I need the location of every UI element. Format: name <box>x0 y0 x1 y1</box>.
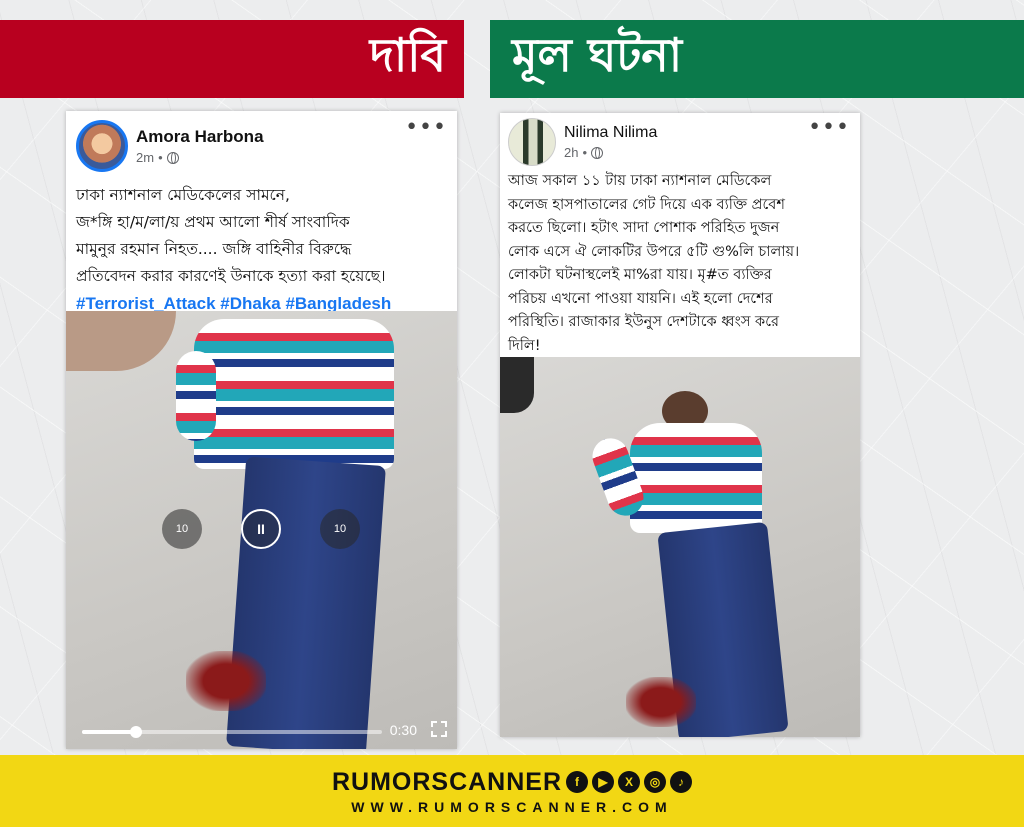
post-text-line: কলেজ হাসপাতালের গেট দিয়ে এক ব্যক্তি প্র… <box>508 196 785 213</box>
victim-shirt <box>194 319 394 469</box>
video-progress-fill <box>82 730 136 734</box>
forward-10-button[interactable]: 10 <box>320 509 360 549</box>
video-progress-bar[interactable] <box>82 726 382 738</box>
avatar[interactable] <box>508 118 556 166</box>
post-text: ঢাকা ন্যাশনাল মেডিকেলের সামনে, জ*ঙ্গি হা… <box>66 172 457 317</box>
fact-post-card: Nilima Nilima 2h • ••• আজ সকাল ১১ টায় ঢ… <box>500 113 860 737</box>
tiktok-icon[interactable]: ♪ <box>670 771 693 793</box>
brand-name: RUMORSCANNER <box>331 767 563 796</box>
post-text-line: প্রতিবেদন করার কারণেই উনাকে হত্যা করা হয… <box>76 267 386 285</box>
post-text-line: ঢাকা ন্যাশনাল মেডিকেলের সামনে, <box>76 186 290 204</box>
claim-post-card: Amora Harbona 2m • ••• ঢাকা ন্যাশনাল মেড… <box>66 111 457 749</box>
post-text-line: করতে ছিলো। হটাৎ সাদা পোশাক পরিহিত দুজন <box>508 220 780 236</box>
claim-banner-label: দাবি <box>369 28 446 82</box>
globe-icon <box>166 151 179 164</box>
pause-button[interactable]: II <box>241 509 281 549</box>
facebook-icon[interactable]: f <box>566 771 589 793</box>
rewind-10-label: 10 <box>175 523 189 535</box>
post-text-line: পরিস্থিতি। রাজাকার ইউনুস দেশটাকে ধ্বংস ক… <box>508 314 779 330</box>
bystander-foot <box>500 357 534 413</box>
fullscreen-icon[interactable] <box>431 721 447 737</box>
victim-arm <box>176 351 216 441</box>
post-text-line: আজ সকাল ১১ টায় ঢাকা ন্যাশনাল মেডিকেল <box>508 173 772 189</box>
footer: RUMORSCANNER f ▶ X ◎ ♪ WWW.RUMORSCANNER.… <box>0 755 1024 827</box>
post-text-line: লোকটা ঘটনাস্থলেই মা%রা যায়। মৃ#ত ব্যক্ত… <box>508 267 772 283</box>
instagram-icon[interactable]: ◎ <box>644 771 667 793</box>
claim-banner: দাবি <box>0 20 464 98</box>
poster-name[interactable]: Amora Harbona <box>136 127 264 147</box>
meta-separator: • <box>582 145 588 160</box>
post-image[interactable] <box>500 357 860 737</box>
avatar[interactable] <box>76 120 128 172</box>
post-text-line: জ*ঙ্গি হা/ম/লা/য় প্রথম আলো শীর্ষ সাংবাদ… <box>76 213 350 231</box>
post-header: Nilima Nilima 2h • ••• <box>500 113 860 166</box>
post-meta: 2h • <box>564 145 657 160</box>
forward-10-label: 10 <box>333 523 347 535</box>
post-text: আজ সকাল ১১ টায় ঢাকা ন্যাশনাল মেডিকেল কল… <box>500 166 860 358</box>
fact-banner-label: মূল ঘটনা <box>512 28 683 82</box>
brand-row: RUMORSCANNER f ▶ X ◎ ♪ <box>331 767 693 797</box>
youtube-icon[interactable]: ▶ <box>592 771 615 793</box>
post-text-line: পরিচয় এখনো পাওয়া যায়নি। এই হলো দেশের <box>508 290 773 307</box>
post-meta: 2m • <box>136 150 264 165</box>
video-duration: 0:30 <box>389 722 417 738</box>
meta-separator: • <box>158 150 163 165</box>
post-text-line: দিলি! <box>508 337 541 354</box>
post-time[interactable]: 2h <box>564 145 578 160</box>
victim-shirt <box>630 423 762 533</box>
fact-banner: মূল ঘটনা <box>490 20 1024 98</box>
more-options-icon[interactable]: ••• <box>808 117 850 139</box>
poster-name[interactable]: Nilima Nilima <box>564 124 657 142</box>
more-options-icon[interactable]: ••• <box>405 117 447 139</box>
brand-url[interactable]: WWW.RUMORSCANNER.COM <box>351 799 672 815</box>
pause-icon: II <box>257 521 265 537</box>
video-progress-knob[interactable] <box>130 726 142 738</box>
post-text-line: লোক এসে ঐ লোকটির উপরে ৫টি গু%লি চালায়। <box>508 243 800 260</box>
blood-stain <box>626 677 696 727</box>
video-player[interactable]: 10 II 10 0:30 <box>66 311 457 749</box>
rewind-10-button[interactable]: 10 <box>162 509 202 549</box>
globe-icon <box>591 146 604 159</box>
blood-stain <box>186 651 266 711</box>
post-text-line: মামুনুর রহমান নিহত.... জঙ্গি বাহিনীর বির… <box>76 240 352 258</box>
x-icon[interactable]: X <box>618 771 641 793</box>
post-time[interactable]: 2m <box>136 150 154 165</box>
post-header: Amora Harbona 2m • ••• <box>66 111 457 172</box>
